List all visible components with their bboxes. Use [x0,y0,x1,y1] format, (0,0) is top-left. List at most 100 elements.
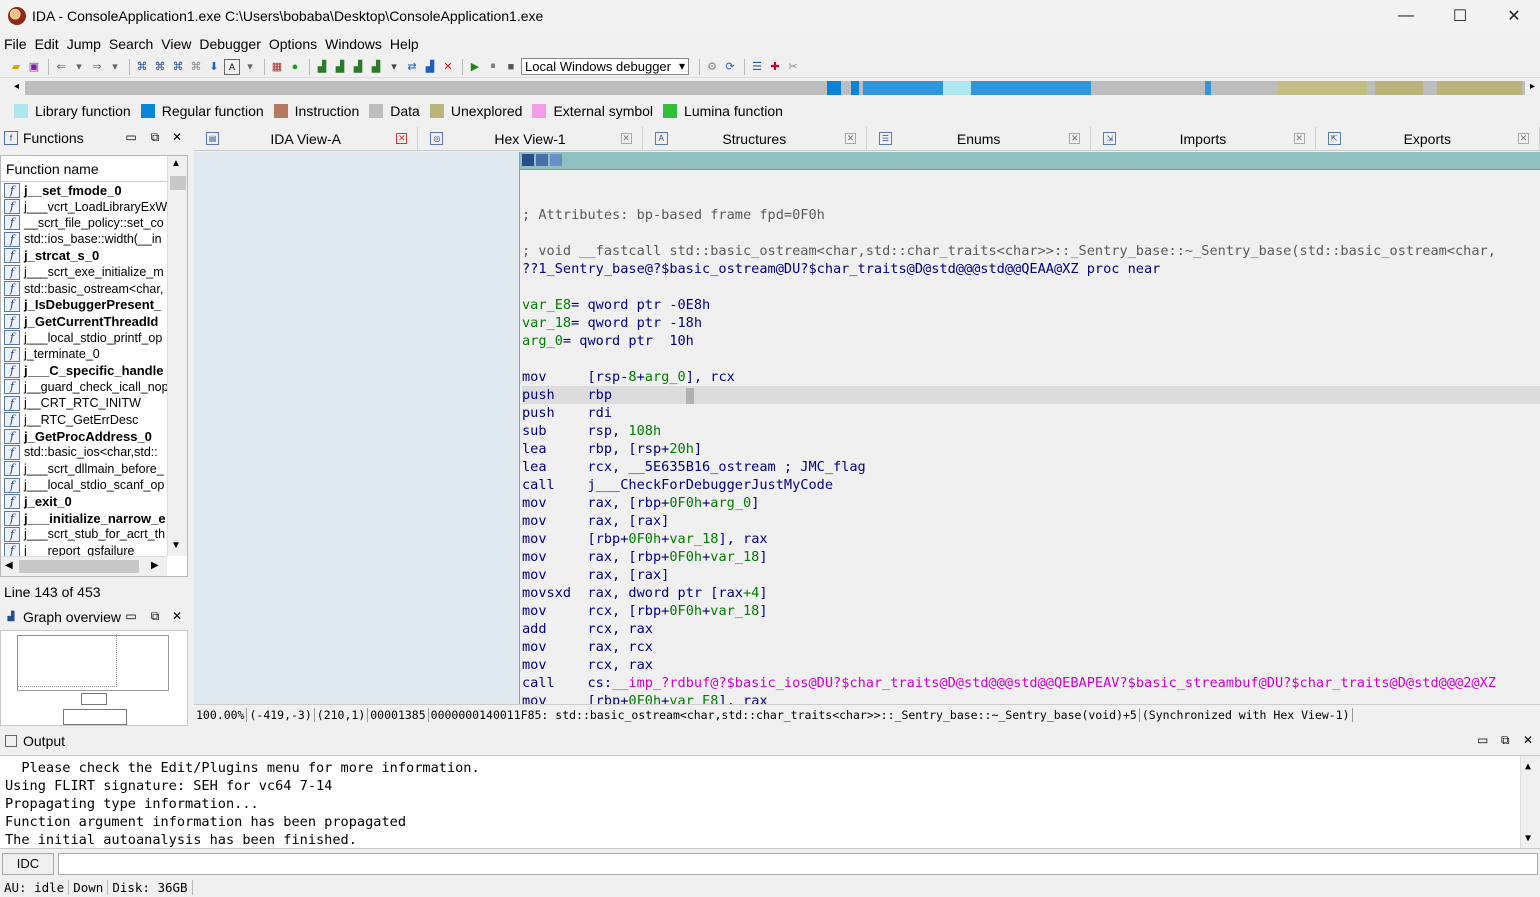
tab-close-icon[interactable]: ✕ [1517,133,1529,144]
panel-restore-icon[interactable]: ▭ [124,609,138,623]
function-list-item[interactable]: f std::basic_ios<char,std:: [1,444,167,460]
stack-variable-line[interactable]: var_E8= qword ptr -0E8h [522,296,1540,314]
instruction-line[interactable]: mov [rbp+0F0h+var_18], rax [522,530,1540,548]
tab-enums[interactable]: ☰ Enums ✕ [867,127,1092,151]
binoculars-binary-icon[interactable]: ⌘ [170,59,186,75]
function-list-item[interactable]: f j___scrt_exe_initialize_m [1,264,167,280]
plugin-icon[interactable]: ✂ [785,59,801,75]
instruction-line[interactable]: mov rax, [rax] [522,512,1540,530]
navigation-bar[interactable] [25,81,1525,95]
tab-close-icon[interactable]: ✕ [620,133,632,144]
close-button[interactable]: ✕ [1486,0,1540,32]
panel-close-icon[interactable]: ✕ [1523,733,1533,747]
maximize-button[interactable]: ☐ [1432,0,1488,32]
disassembly-code[interactable]: ; Attributes: bp-based frame fpd=0F0h ; … [522,206,1540,704]
function-list-item[interactable]: f j_IsDebuggerPresent_ [1,297,167,313]
jump-down-icon[interactable]: ⬇ [206,59,222,75]
instruction-line[interactable]: lea rbp, [rsp+20h] [522,440,1540,458]
menu-search[interactable]: Search [109,36,153,52]
graph-2-icon[interactable]: ▟ [332,59,348,75]
menu-windows[interactable]: Windows [325,36,382,52]
function-name-column-header[interactable]: Function name [1,156,167,182]
function-list-item[interactable]: f std::basic_ostream<char, [1,280,167,297]
green-dot-icon[interactable]: ● [287,59,303,75]
idc-button[interactable]: IDC [2,853,54,875]
attach-icon[interactable]: ⟳ [722,59,738,75]
scroll-right-icon[interactable]: ▶ [151,560,159,571]
functions-list[interactable]: Function name f j__set_fmode_0 f j___vcrt_L… [0,155,188,577]
instruction-line[interactable]: push rdi [522,404,1540,422]
dropdown-icon[interactable]: ▾ [386,59,402,75]
chart-icon[interactable]: ▟ [422,59,438,75]
function-list-item[interactable]: f j__guard_check_icall_nop [1,379,167,395]
tab-close-icon[interactable]: ✕ [396,133,408,144]
panel-close-icon[interactable]: ✕ [170,130,184,144]
output-window[interactable]: Please check the Edit/Plugins menu for m… [0,755,1540,849]
tab-imports[interactable]: ⇲ Imports ✕ [1091,127,1316,151]
debug-options-icon[interactable]: ⚙ [704,59,720,75]
menu-file[interactable]: File [4,36,27,52]
list-icon[interactable]: ☰ [749,59,765,75]
hscroll-thumb[interactable] [19,560,139,573]
panel-restore-icon[interactable]: ▭ [124,130,138,144]
menu-jump[interactable]: Jump [67,36,101,52]
graph-3-icon[interactable]: ▟ [350,59,366,75]
instruction-line[interactable]: mov rax, [rbp+0F0h+arg_0] [522,494,1540,512]
functions-vertical-scrollbar[interactable]: ▲ ▼ [167,156,187,556]
breakpoint-icon[interactable]: ✚ [767,59,783,75]
nav-arrow-left-icon[interactable]: ◂ [14,81,19,92]
dropdown-icon[interactable]: ▾ [107,59,123,75]
forward-icon[interactable]: ⇒ [89,59,105,75]
proximity-icon[interactable] [550,154,562,166]
blank-line[interactable] [522,224,1540,242]
graph-mode-icon[interactable] [536,154,548,166]
binoculars-text-icon[interactable]: ⌘ [152,59,168,75]
scroll-thumb[interactable] [170,176,186,190]
panel-float-icon[interactable]: ⧉ [148,130,162,144]
instruction-line[interactable]: movsxd rax, dword ptr [rax+4] [522,584,1540,602]
minimize-button[interactable]: — [1378,0,1434,32]
function-list-item[interactable]: f j___local_stdio_scanf_op [1,477,167,493]
instruction-line[interactable]: mov rcx, rax [522,656,1540,674]
function-list-item[interactable]: f j___scrt_stub_for_acrt_th [1,526,167,542]
scroll-left-icon[interactable]: ◀ [5,560,13,571]
tab-close-icon[interactable]: ✕ [844,133,856,144]
save-icon[interactable]: ▣ [26,59,42,75]
tab-exports[interactable]: ⇱ Exports ✕ [1316,127,1540,151]
scroll-up-icon[interactable]: ▲ [171,158,181,169]
instruction-line[interactable]: mov rax, rcx [522,638,1540,656]
flow-icon[interactable]: ⇄ [404,59,420,75]
instruction-line[interactable]: mov rax, [rax] [522,566,1540,584]
blank-line[interactable] [522,350,1540,368]
function-list-item[interactable]: f j___initialize_narrow_e [1,510,167,526]
play-icon[interactable]: ▶ [467,59,483,75]
scroll-down-icon[interactable]: ▼ [1525,830,1531,848]
stop-icon[interactable]: ■ [503,59,519,75]
instruction-line[interactable]: mov [rsp-8+arg_0], rcx [522,368,1540,386]
dropdown-icon[interactable]: ▾ [71,59,87,75]
menu-edit[interactable]: Edit [35,36,59,52]
instruction-line[interactable]: mov [rbp+0F0h+var_E8], rax [522,692,1540,704]
instruction-line[interactable]: lea rcx, __5E635B16_ostream ; JMC_flag [522,458,1540,476]
proc-declaration[interactable]: ??1_Sentry_base@?$basic_ostream@DU?$char… [522,260,1540,278]
open-file-icon[interactable]: ▰ [8,59,24,75]
tab-ida-view-a[interactable]: ▤ IDA View-A ✕ [194,127,419,151]
graph-4-icon[interactable]: ▟ [368,59,384,75]
function-list-item[interactable]: f __scrt_file_policy::set_co [1,215,167,231]
function-list-item[interactable]: f j___scrt_dllmain_before_ [1,461,167,477]
function-list-item[interactable]: f std::ios_base::width(__in [1,231,167,247]
tab-hex-view-1[interactable]: ◎ Hex View-1 ✕ [418,127,643,151]
blank-line[interactable] [522,278,1540,296]
back-icon[interactable]: ⇐ [53,59,69,75]
disassembly-view[interactable]: ; Attributes: bp-based frame fpd=0F0h ; … [194,152,1540,704]
instruction-line[interactable]: sub rsp, 108h [522,422,1540,440]
nav-arrow-right-icon[interactable]: ▸ [1530,81,1535,92]
instruction-line[interactable]: mov rax, [rbp+0F0h+var_18] [522,548,1540,566]
instruction-line[interactable]: push rbp [522,386,1540,404]
instruction-line[interactable]: call cs:__imp_?rdbuf@?$basic_ios@DU?$cha… [522,674,1540,692]
debugger-select[interactable]: Local Windows debugger [521,58,689,75]
graph-overview-canvas[interactable] [0,630,188,726]
function-list-item[interactable]: f j__RTC_GetErrDesc [1,411,167,428]
scroll-down-icon[interactable]: ▼ [171,540,181,551]
text-mode-icon[interactable]: A [224,58,240,75]
